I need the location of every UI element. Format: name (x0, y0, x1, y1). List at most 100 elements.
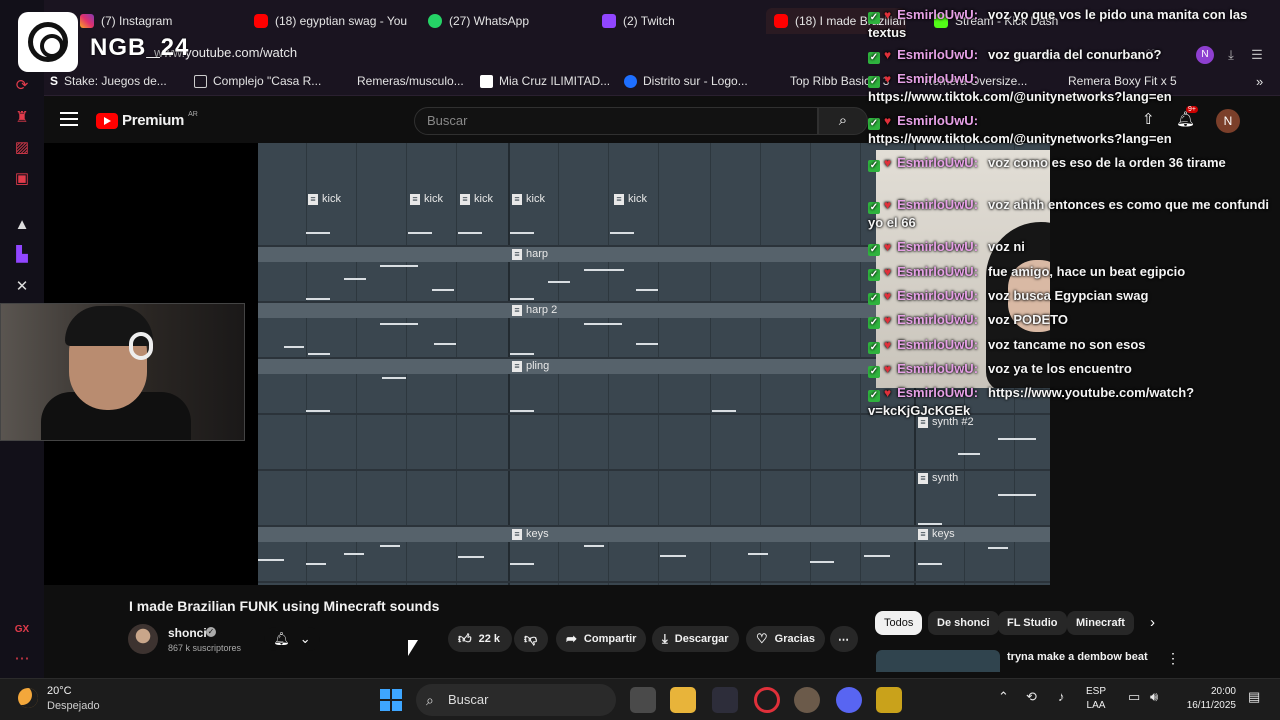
heart-badge-icon: ♥ (884, 72, 892, 86)
search-icon: ⌕ (426, 692, 434, 708)
channel-name[interactable]: shonci (168, 626, 207, 640)
recommendation-thumbnail[interactable] (876, 650, 1000, 672)
youtube-play-icon (96, 112, 118, 129)
chat-message: ✓ ♥ EsmirloUwU: voz yo que vos le pido una … (868, 7, 1248, 40)
network-icon[interactable]: ▭ (1128, 689, 1140, 705)
moon-weather-icon[interactable] (18, 688, 38, 708)
rockstar-icon[interactable] (876, 687, 902, 713)
more-icon[interactable]: ⋯ (11, 648, 33, 670)
heart-badge-icon: ♥ (884, 156, 892, 170)
heart-badge-icon: ♥ (884, 362, 892, 376)
gx-control-icon[interactable]: ⟳ (11, 75, 33, 97)
download-button[interactable]: ⤓ Descargar (652, 626, 739, 652)
chat-message: ✓ ♥ EsmirloUwU: voz guardia del conurbano? (868, 47, 1162, 64)
clip-pling: pling (510, 360, 549, 374)
youtube-icon (774, 14, 788, 28)
tab-instagram[interactable]: (7) Instagram (80, 8, 240, 34)
search-input[interactable]: Buscar (414, 107, 818, 135)
chat-message: ✓ ♥ EsmirloUwU: voz como es eso de la orden… (868, 155, 1226, 172)
instagram-icon (80, 14, 94, 28)
recommendation-title[interactable]: tryna make a dembow beat (1007, 651, 1148, 663)
chip-from-channel[interactable]: De shonci (928, 611, 999, 635)
checkmark-badge-icon: ✓ (868, 160, 880, 172)
mouse-cursor (408, 640, 418, 656)
fl-studio-icon[interactable] (712, 687, 738, 713)
bookmark-item[interactable]: Complejo "Casa R... (194, 74, 321, 88)
gx-logo-icon[interactable]: GX (11, 619, 33, 641)
twitch-icon[interactable]: ▙ (11, 244, 33, 266)
tab-whatsapp[interactable]: (27) WhatsApp (428, 8, 588, 34)
more-vertical-icon[interactable]: ⋮ (1166, 650, 1180, 667)
app-icon[interactable] (794, 687, 820, 713)
canva-icon (624, 74, 637, 88)
hamburger-menu-icon[interactable] (60, 112, 78, 126)
dislike-button[interactable]: 👎︎ (514, 626, 548, 652)
subscription-bell-button[interactable]: 🔔︎ ⌄ (264, 627, 320, 651)
chevron-down-icon: ⌄ (299, 631, 311, 646)
sync-icon[interactable]: ⟲ (1026, 689, 1037, 705)
keyboard-language[interactable]: ESP LAA (1086, 685, 1106, 713)
task-view-icon[interactable] (630, 687, 656, 713)
search-button[interactable]: ⌕ (818, 107, 868, 135)
weather-temperature[interactable]: 20°C (47, 685, 72, 697)
tab-twitch[interactable]: (2) Twitch (602, 8, 762, 34)
bookmark-item[interactable]: Remeras/musculo... (357, 74, 464, 88)
microphone-icon[interactable]: ♪ (1058, 689, 1065, 704)
weather-description[interactable]: Despejado (47, 700, 100, 712)
thanks-button[interactable]: ♡ Gracias (746, 626, 826, 652)
file-explorer-icon[interactable] (670, 687, 696, 713)
volume-icon[interactable]: 🔊︎ (1150, 689, 1158, 705)
gx-aria-icon[interactable]: ▲ (11, 214, 33, 236)
heart-badge-icon: ♥ (884, 289, 892, 303)
heart-badge-icon: ♥ (884, 265, 892, 279)
heart-badge-icon: ♥ (884, 386, 892, 400)
tab-egyptian-swag[interactable]: (18) egyptian swag - You (254, 8, 414, 34)
chat-message: ✓ ♥ EsmirloUwU: voz tancame no son esos (868, 337, 1146, 354)
gx-mail-icon[interactable]: ▣ (11, 168, 33, 190)
clip-keys: keys (510, 528, 549, 542)
clock[interactable]: 20:00 16/11/2025 (1178, 685, 1236, 713)
twitch-icon (602, 14, 616, 28)
heart-badge-icon: ♥ (884, 240, 892, 254)
thumbs-up-icon: 👍︎ (458, 631, 472, 646)
subscriber-count: 867 k suscriptores (168, 643, 242, 653)
discord-icon[interactable] (836, 687, 862, 713)
clip-kick: kick (612, 193, 647, 207)
chip-fl-studio[interactable]: FL Studio (998, 611, 1067, 635)
heart-badge-icon: ♥ (884, 338, 892, 352)
windows-start-icon[interactable] (380, 689, 402, 711)
chat-message: ✓ ♥ EsmirloUwU: voz ni (868, 239, 1025, 256)
channel-avatar[interactable] (128, 624, 158, 654)
notification-icon[interactable]: ▤ (1248, 689, 1260, 705)
chevron-up-icon[interactable]: ⌃ (998, 689, 1009, 705)
checkmark-badge-icon: ✓ (868, 202, 880, 214)
stream-channel-name: NGB_24 (90, 34, 190, 61)
chat-message: ✓ ♥ EsmirloUwU: voz busca Egypcian swag (868, 288, 1149, 305)
youtube-icon (254, 14, 268, 28)
bookmark-item[interactable]: Mia Cruz ILIMITAD... (480, 74, 610, 88)
checkmark-badge-icon: ✓ (868, 118, 880, 130)
chat-message: ✓ ♥ EsmirloUwU: https://www.tiktok.com/@uni… (868, 113, 1172, 146)
youtube-premium-logo[interactable]: Premium AR (96, 111, 198, 129)
bookmark-item[interactable]: Distrito sur - Logo... (624, 74, 748, 88)
like-button[interactable]: 👍︎ 22 k (448, 626, 512, 652)
taskbar-search-input[interactable]: ⌕ Buscar (416, 684, 616, 716)
checkmark-badge-icon: ✓ (868, 317, 880, 329)
share-button[interactable]: ➦ Compartir (556, 626, 647, 652)
gx-store-icon[interactable]: ♜ (11, 107, 33, 129)
chip-all[interactable]: Todos (875, 611, 923, 635)
clip-synth: synth (916, 472, 958, 486)
opera-gx-icon[interactable] (754, 687, 780, 713)
stream-chat-overlay: ✓ ♥ EsmirloUwU: voz yo que vos le pido una … (866, 0, 1280, 420)
bookmark-item[interactable]: S Stake: Juegos de... (50, 74, 167, 88)
chip-minecraft[interactable]: Minecraft (1067, 611, 1134, 635)
chevron-right-icon[interactable]: › (1150, 614, 1155, 631)
x-twitter-icon[interactable]: ✕ (11, 276, 33, 298)
clip-kick: kick (306, 193, 341, 207)
more-actions-button[interactable]: ⋯ (830, 626, 858, 652)
gx-cleaner-icon[interactable]: ▨ (11, 137, 33, 159)
chat-message: ✓ ♥ EsmirloUwU: https://www.tiktok.com/@uni… (868, 71, 1172, 104)
mia-cruz-icon (480, 74, 493, 88)
checkmark-badge-icon: ✓ (868, 342, 880, 354)
checkmark-badge-icon: ✓ (868, 76, 880, 88)
